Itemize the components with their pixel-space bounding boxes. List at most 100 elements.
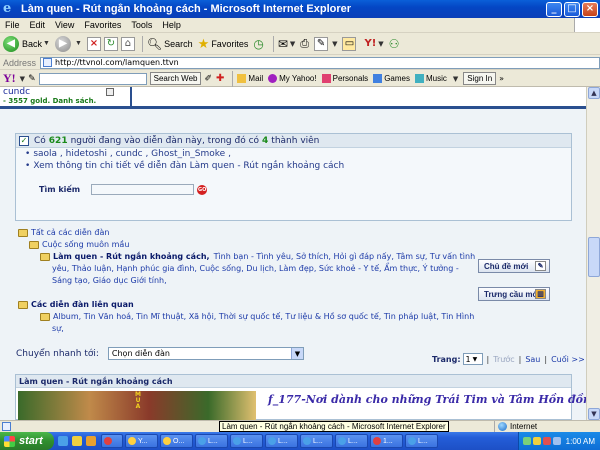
maximize-button[interactable]: □: [564, 1, 580, 17]
page-viewport[interactable]: cundc - 3557 gold. Danh sách. ✓ Có 621 n…: [0, 87, 600, 420]
minimize-button[interactable]: _: [546, 1, 562, 17]
start-button[interactable]: start: [0, 432, 54, 450]
discuss-icon[interactable]: ▭: [342, 36, 357, 51]
related-forums-desc-1[interactable]: Album, Tin Văn hoá, Tin Mĩ thuật, Xã hội…: [53, 312, 474, 321]
scroll-thumb[interactable]: [588, 237, 600, 277]
menu-view[interactable]: View: [50, 20, 79, 30]
address-input[interactable]: http://ttvnol.com/lamquen.ttvn: [40, 56, 600, 69]
chevron-down-icon[interactable]: ▼: [332, 40, 337, 48]
tree-related-forums[interactable]: Các diễn đàn liên quan: [18, 300, 134, 309]
pencil-icon[interactable]: ✎: [28, 74, 36, 84]
banner-image[interactable]: MUA: [18, 391, 256, 420]
back-button[interactable]: ◀ Back ▼: [3, 35, 50, 52]
current-forum-desc-2[interactable]: yêu, Thảo luận, Hạnh phúc gia đình, Cuộc…: [52, 263, 459, 275]
stop-icon[interactable]: ×: [86, 36, 101, 51]
scroll-down-icon[interactable]: ▼: [588, 408, 600, 420]
edit-icon[interactable]: ✎: [314, 36, 329, 51]
chevron-down-icon[interactable]: ▼: [75, 40, 82, 47]
yahoo-logo-icon[interactable]: Y!: [3, 71, 16, 86]
quicklaunch-ie-icon[interactable]: [58, 436, 68, 446]
games-link[interactable]: Games: [373, 74, 410, 83]
search-button[interactable]: 🔍︎ Search: [147, 37, 193, 51]
menu-tools[interactable]: Tools: [126, 20, 157, 30]
chevron-down-icon[interactable]: ▼: [290, 348, 303, 359]
tray-network-icon[interactable]: [522, 437, 531, 445]
highlight-icon[interactable]: ✐: [204, 74, 212, 84]
sign-in-button[interactable]: Sign In: [463, 72, 497, 85]
current-forum-link[interactable]: Làm quen - Rút ngắn khoảng cách,: [53, 252, 210, 261]
tray-messenger-icon[interactable]: [532, 437, 541, 445]
forum-search-input[interactable]: [91, 184, 195, 195]
taskbar-item[interactable]: 1...: [370, 434, 403, 448]
current-forum-desc-3[interactable]: Sáng tạo, Giáo dục Giới tính,: [52, 275, 167, 287]
next-page-link[interactable]: Sau: [525, 355, 540, 364]
yahoo-search-input[interactable]: [38, 72, 147, 85]
taskbar-item[interactable]: L...: [335, 434, 368, 448]
toolbar-more-icon[interactable]: »: [499, 74, 504, 83]
menu-favorites[interactable]: Favorites: [79, 20, 126, 30]
tree-all-forums[interactable]: Tất cả các diễn đàn: [18, 228, 109, 237]
taskbar-item[interactable]: L...: [300, 434, 333, 448]
chevron-down-icon[interactable]: ▼: [290, 40, 295, 48]
new-poll-button[interactable]: Trưng cầu mới ▥: [478, 287, 550, 301]
chevron-down-icon[interactable]: ▼: [43, 40, 50, 47]
favorites-button[interactable]: ★ Favorites: [198, 36, 249, 52]
taskbar-item[interactable]: O...: [160, 434, 193, 448]
search-label: Tìm kiếm: [39, 185, 81, 194]
taskbar-item[interactable]: Y...: [125, 434, 158, 448]
taskbar-item[interactable]: L...: [265, 434, 298, 448]
tree-life-forums[interactable]: Cuộc sống muôn mầu: [29, 240, 129, 249]
quicklaunch-folder-icon[interactable]: [72, 436, 82, 446]
quicklaunch-messenger-icon[interactable]: [86, 436, 96, 446]
refresh-icon[interactable]: ↻: [103, 36, 118, 51]
my-yahoo-link[interactable]: My Yahoo!: [268, 74, 317, 83]
mail-link[interactable]: Mail: [237, 74, 263, 83]
print-icon[interactable]: ⎙: [300, 37, 309, 51]
new-topic-button[interactable]: Chủ đề mới ✎: [478, 259, 550, 273]
taskbar-item[interactable]: [101, 434, 123, 448]
forum-info-link[interactable]: Xem thông tin chi tiết về diễn đàn Làm q…: [33, 161, 344, 171]
chevron-down-icon[interactable]: ▼: [378, 40, 383, 48]
bookmark-icon[interactable]: ✚: [216, 73, 224, 84]
related-forums-link[interactable]: Các diễn đàn liên quan: [31, 300, 134, 309]
music-link[interactable]: Music: [414, 74, 447, 83]
messenger-people-icon[interactable]: ⚇: [389, 37, 400, 51]
forum-banner: Làm quen - Rút ngắn khoảng cách MUA f_17…: [15, 374, 600, 420]
vertical-scrollbar[interactable]: ▲ ▼: [586, 87, 600, 420]
all-forums-link[interactable]: Tất cả các diễn đàn: [31, 228, 109, 237]
tree-related-list[interactable]: Album, Tin Văn hoá, Tin Mĩ thuật, Xã hội…: [40, 312, 474, 321]
scroll-up-icon[interactable]: ▲: [588, 87, 600, 99]
go-button[interactable]: GO: [197, 184, 208, 195]
page-select[interactable]: 1 ▼: [462, 353, 483, 365]
personals-link[interactable]: Personals: [321, 74, 368, 83]
related-forums-desc-2[interactable]: sự,: [52, 323, 64, 335]
history-icon[interactable]: ◷: [253, 37, 263, 51]
tray-clock[interactable]: 1:00 AM: [566, 437, 595, 446]
taskbar-item[interactable]: L...: [230, 434, 263, 448]
last-page-link[interactable]: Cuối >>: [551, 355, 585, 364]
yahoo-messenger-icon[interactable]: Y!: [364, 38, 376, 49]
tray-antivirus-icon[interactable]: [542, 437, 551, 445]
chevron-down-icon[interactable]: ▼: [20, 75, 25, 83]
tree-current-forum[interactable]: Làm quen - Rút ngắn khoảng cách, Tình bạ…: [40, 252, 475, 261]
search-web-button[interactable]: Search Web: [149, 72, 202, 85]
window-titlebar[interactable]: e Làm quen - Rút ngắn khoảng cách - Micr…: [0, 0, 600, 18]
menu-file[interactable]: File: [0, 20, 25, 30]
forum-select[interactable]: Chọn diễn đàn ▼: [107, 347, 304, 360]
edit-profile-icon[interactable]: [106, 88, 114, 96]
forward-button[interactable]: ▶ ▼: [54, 35, 82, 52]
tray-volume-icon[interactable]: [552, 437, 561, 445]
menu-edit[interactable]: Edit: [25, 20, 51, 30]
username-link[interactable]: cundc: [3, 87, 30, 97]
taskbar-item[interactable]: L...: [405, 434, 438, 448]
banner-title[interactable]: f_177-Nơi dành cho những Trái Tim và Tâm…: [268, 393, 600, 406]
current-forum-desc-1[interactable]: Tình bạn - Tình yêu, Sở thích, Hỏi gì đá…: [214, 252, 476, 261]
online-users-list[interactable]: saola , hidetoshi , cundc , Ghost_in_Smo…: [33, 149, 231, 159]
mail-icon[interactable]: ✉: [278, 37, 288, 51]
chevron-down-icon[interactable]: ▼: [453, 75, 458, 83]
close-button[interactable]: ×: [582, 1, 598, 17]
menu-help[interactable]: Help: [157, 20, 186, 30]
home-icon[interactable]: ⌂: [120, 36, 135, 51]
life-forums-link[interactable]: Cuộc sống muôn mầu: [42, 240, 129, 249]
taskbar-item[interactable]: L...: [195, 434, 228, 448]
